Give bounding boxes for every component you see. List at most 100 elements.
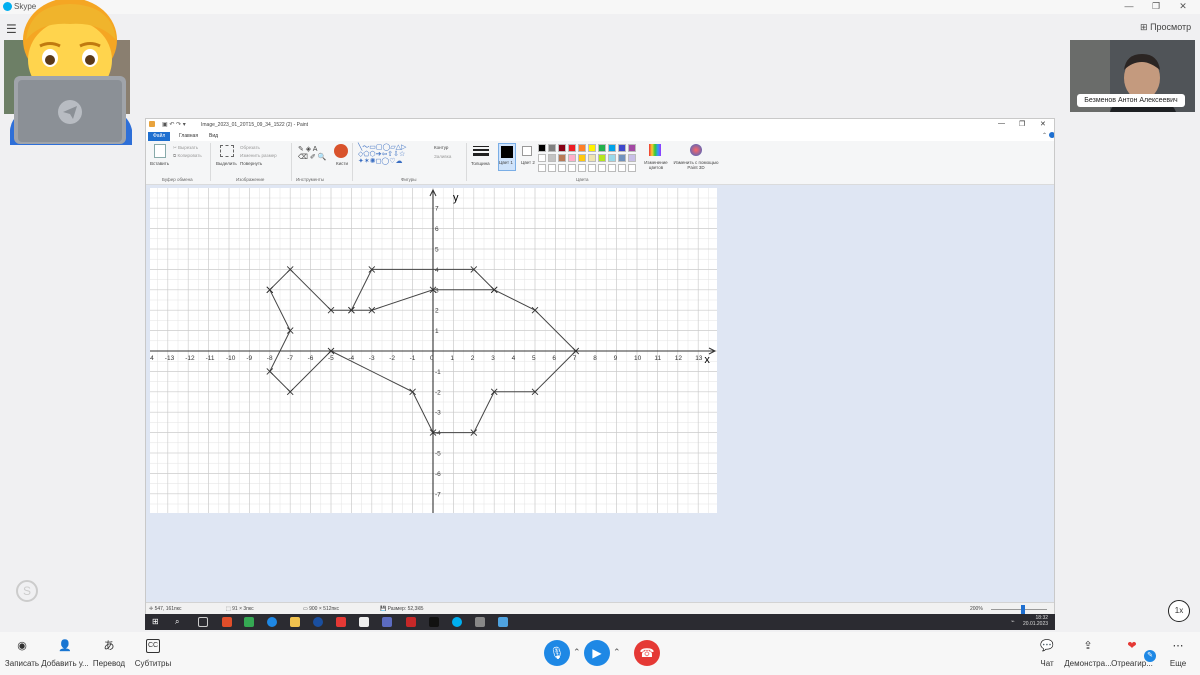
edit-colors-button[interactable]: Изменение цветов: [643, 160, 669, 170]
paint3d-icon[interactable]: [690, 144, 702, 156]
maximize-icon[interactable]: ❐: [1149, 1, 1163, 12]
ribbon-collapse-icon[interactable]: ⌃: [1042, 132, 1047, 139]
file-explorer-icon[interactable]: [290, 617, 300, 627]
zoom-slider[interactable]: [991, 605, 1047, 614]
paint-close-icon[interactable]: ✕: [1040, 120, 1046, 128]
custom-color-swatch[interactable]: [538, 164, 546, 172]
thickness-icon[interactable]: [473, 144, 489, 158]
help-icon[interactable]: [1049, 132, 1054, 138]
cut-button[interactable]: ✂ Вырезать: [173, 145, 198, 151]
color-swatch[interactable]: [548, 144, 556, 152]
color-swatch[interactable]: [558, 144, 566, 152]
select-icon[interactable]: [220, 145, 234, 157]
paint-window[interactable]: ▣ ↶ ↷ ▾ Image_2023_01_20T15_09_34_1522 (…: [145, 118, 1055, 615]
color-swatch[interactable]: [608, 144, 616, 152]
custom-color-swatch[interactable]: [578, 164, 586, 172]
task-view-icon[interactable]: [198, 617, 208, 627]
brushes-icon[interactable]: [334, 144, 348, 158]
close-icon[interactable]: ✕: [1176, 1, 1190, 12]
shapes-gallery[interactable]: ╲〜▭▢◯▱△▷ ◇⬠⬡➔⇦⇧⇩☆ ✦✶✺◻◯♡☁: [358, 144, 406, 165]
preview-button[interactable]: ⊞ Просмотр: [1140, 22, 1191, 33]
paste-button[interactable]: Вставить: [150, 161, 169, 166]
color2-selector[interactable]: [522, 146, 532, 156]
color-swatch[interactable]: [538, 144, 546, 152]
tab-view[interactable]: Вид: [204, 132, 223, 141]
custom-color-swatch[interactable]: [568, 164, 576, 172]
taskbar-app-icon[interactable]: [382, 617, 392, 627]
color-swatch[interactable]: [588, 144, 596, 152]
color-swatch[interactable]: [578, 144, 586, 152]
camera-options-chevron-icon[interactable]: ⌃: [613, 647, 621, 658]
color-swatch[interactable]: [568, 154, 576, 162]
search-icon[interactable]: ⌕: [175, 617, 185, 627]
custom-color-swatch[interactable]: [598, 164, 606, 172]
playback-speed-button[interactable]: 1x: [1168, 600, 1190, 622]
custom-color-swatch[interactable]: [618, 164, 626, 172]
outline-button[interactable]: Контур: [434, 145, 448, 150]
brushes-button[interactable]: Кисти: [336, 161, 348, 166]
axes: [150, 188, 717, 513]
copy-button[interactable]: ⧉ Копировать: [173, 153, 202, 158]
windows-start-icon[interactable]: ⊞: [152, 617, 162, 627]
taskbar-app-icon[interactable]: [222, 617, 232, 627]
subtitles-icon: CC: [146, 639, 160, 653]
color-swatch[interactable]: [588, 154, 596, 162]
color-swatch[interactable]: [578, 154, 586, 162]
paint3d-button[interactable]: Изменить с помощью Paint 3D: [673, 160, 719, 170]
color-swatch[interactable]: [618, 154, 626, 162]
select-button[interactable]: Выделить: [216, 161, 237, 166]
taskbar-clock[interactable]: 18:32 20.01.2023: [1023, 615, 1048, 627]
color-swatch[interactable]: [598, 154, 606, 162]
color1-selector[interactable]: [498, 143, 516, 171]
color-swatch[interactable]: [558, 154, 566, 162]
custom-color-swatch[interactable]: [558, 164, 566, 172]
yandex-icon[interactable]: [336, 617, 346, 627]
drawing-canvas[interactable]: -14-13-12-11-10-9-8-7-6-5-4-3-2-10123456…: [150, 188, 717, 513]
photos-icon[interactable]: [498, 617, 508, 627]
color-swatch[interactable]: [608, 154, 616, 162]
subtitles-button[interactable]: CC Субтитры: [123, 639, 183, 668]
taskbar-app-icon[interactable]: [244, 617, 254, 627]
translate-label: Перевод: [92, 659, 126, 668]
color-swatch[interactable]: [628, 144, 636, 152]
taskbar-app-icon[interactable]: [313, 617, 323, 627]
edge-icon[interactable]: [267, 617, 277, 627]
skype-taskbar-icon[interactable]: [452, 617, 462, 627]
color-swatch[interactable]: [538, 154, 546, 162]
tools-icons[interactable]: ✎ ◈ A ⌫ ✐ 🔍: [298, 145, 326, 161]
paint-maximize-icon[interactable]: ❐: [1019, 120, 1025, 128]
custom-color-swatch[interactable]: [548, 164, 556, 172]
tab-file[interactable]: Файл: [148, 132, 171, 141]
more-button[interactable]: ⋯ Еще: [1148, 639, 1200, 668]
taskbar-app-icon[interactable]: [429, 617, 439, 627]
microphone-button[interactable]: 🎙: [544, 640, 570, 666]
crop-button[interactable]: Обрезать: [240, 145, 260, 150]
edit-colors-icon[interactable]: [649, 144, 661, 156]
mic-options-chevron-icon[interactable]: ⌃: [573, 647, 581, 658]
color-swatch[interactable]: [618, 144, 626, 152]
custom-color-swatch[interactable]: [588, 164, 596, 172]
color-swatch[interactable]: [548, 154, 556, 162]
paste-icon[interactable]: [154, 144, 166, 158]
thickness-button[interactable]: Толщина: [471, 161, 490, 166]
taskbar-app-icon[interactable]: [406, 617, 416, 627]
network-icon[interactable]: ⌁: [1011, 618, 1015, 625]
color-swatch[interactable]: [598, 144, 606, 152]
fill-button[interactable]: Заливка: [434, 154, 451, 159]
document-icon[interactable]: [359, 617, 369, 627]
custom-color-swatch[interactable]: [628, 164, 636, 172]
quick-access-icons[interactable]: ▣ ↶ ↷ ▾: [162, 121, 186, 128]
skype-title-bar: Skype — ❐ ✕: [0, 0, 1200, 14]
hang-up-button[interactable]: ☎: [634, 640, 660, 666]
minimize-icon[interactable]: —: [1122, 1, 1136, 11]
zoom-slider-thumb[interactable]: [1021, 605, 1025, 614]
paint-minimize-icon[interactable]: —: [998, 120, 1005, 127]
custom-color-swatch[interactable]: [608, 164, 616, 172]
paint-taskbar-icon[interactable]: [475, 617, 485, 627]
color-swatch[interactable]: [628, 154, 636, 162]
resize-button[interactable]: Изменить размер: [240, 153, 277, 158]
tab-home[interactable]: Главная: [174, 132, 203, 141]
rotate-button[interactable]: Повернуть: [240, 161, 262, 166]
camera-button[interactable]: ▶: [584, 640, 610, 666]
color-swatch[interactable]: [568, 144, 576, 152]
